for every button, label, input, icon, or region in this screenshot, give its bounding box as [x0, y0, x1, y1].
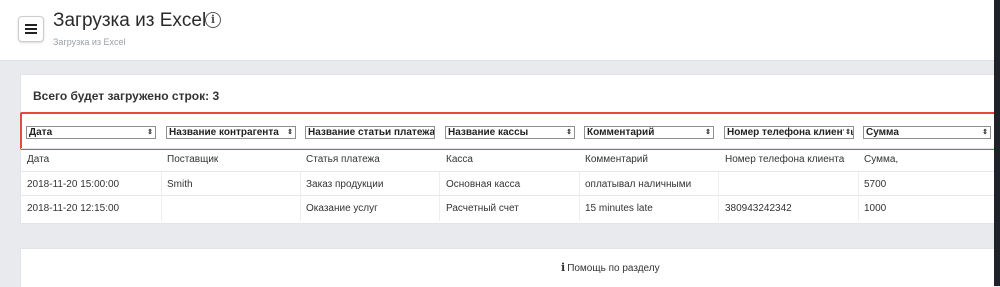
hamburger-menu-icon — [25, 24, 37, 26]
column-select-amount[interactable]: Сумма ⇕ — [863, 126, 991, 139]
select-value: Название статьи платежа — [308, 127, 435, 138]
column-select-phone[interactable]: Номер телефона клиента ⇕ — [724, 126, 854, 139]
column-select-cash-desk[interactable]: Название кассы ⇕ — [445, 126, 575, 139]
table-cell: Статья платежа — [306, 154, 380, 165]
column-divider — [300, 171, 301, 221]
table-cell: 2018-11-20 12:15:00 — [27, 203, 120, 214]
column-select-counterparty[interactable]: Название контрагента ⇕ — [166, 126, 296, 139]
table-cell: Поставщик — [167, 154, 219, 165]
info-icon: i — [561, 261, 566, 274]
row-divider — [21, 171, 995, 172]
column-divider — [579, 171, 580, 221]
column-divider — [439, 171, 440, 221]
select-value: Комментарий — [587, 127, 655, 138]
column-select-payment-item[interactable]: Название статьи платежа — [305, 126, 435, 139]
breadcrumb[interactable]: Загрузка из Excel — [53, 37, 126, 47]
table-cell: 380943242342 — [725, 203, 792, 214]
select-arrow-icon: ⇕ — [565, 127, 572, 138]
select-value: Сумма — [866, 127, 899, 138]
select-value: Номер телефона клиента — [727, 127, 854, 138]
table-cell: Заказ продукции — [306, 179, 384, 190]
column-divider — [161, 171, 162, 221]
table-cell: 2018-11-20 15:00:00 — [27, 179, 120, 190]
table-cell: Smith — [167, 179, 193, 190]
hamburger-line — [25, 32, 37, 34]
column-select-date[interactable]: Дата ⇕ — [26, 126, 156, 139]
select-arrow-icon: ⇕ — [704, 127, 711, 138]
info-circle-icon[interactable]: i — [205, 12, 221, 28]
table-cell: Дата — [27, 154, 50, 165]
table-cell: 15 minutes late — [585, 203, 653, 214]
select-arrow-icon: ⇕ — [286, 127, 293, 138]
window-edge — [994, 0, 1000, 286]
select-value: Название контрагента — [169, 127, 279, 138]
table-cell: Комментарий — [585, 154, 648, 165]
help-panel: i Помощь по разделу — [20, 248, 996, 287]
table-cell: Расчетный счет — [446, 203, 519, 214]
column-select-comment[interactable]: Комментарий ⇕ — [584, 126, 714, 139]
table-cell: Касса — [446, 154, 473, 165]
hamburger-menu-button[interactable] — [18, 16, 44, 42]
row-divider — [21, 148, 995, 149]
table-cell: Сумма, — [864, 154, 899, 165]
import-panel: Всего будет загружено строк: 3 Дата ⇕ Наз… — [20, 74, 996, 224]
page-title: Загрузка из Excel — [53, 10, 207, 31]
help-link[interactable]: i Помощь по разделу — [561, 261, 660, 274]
select-value: Дата — [29, 127, 53, 138]
rows-total-label: Всего будет загружено строк: 3 — [33, 89, 220, 103]
select-arrow-icon: ⇕ — [844, 127, 851, 138]
hamburger-line — [25, 28, 37, 30]
table-cell: 1000 — [864, 203, 887, 214]
top-bar: Загрузка из Excel i Загрузка из Excel — [0, 0, 994, 61]
select-value: Название кассы — [448, 127, 529, 138]
select-arrow-icon: ⇕ — [146, 127, 153, 138]
column-divider — [718, 171, 719, 221]
table-cell: 5700 — [864, 179, 887, 190]
table-cell: Оказание услуг — [306, 203, 378, 214]
table-cell: Номер телефона клиента — [725, 154, 845, 165]
table-cell: оплатывал наличными — [585, 179, 692, 190]
select-arrow-icon: ⇕ — [981, 127, 988, 138]
column-divider — [858, 171, 859, 221]
row-divider — [21, 195, 995, 196]
help-label: Помощь по разделу — [567, 263, 660, 274]
table-cell: Основная касса — [446, 179, 521, 190]
